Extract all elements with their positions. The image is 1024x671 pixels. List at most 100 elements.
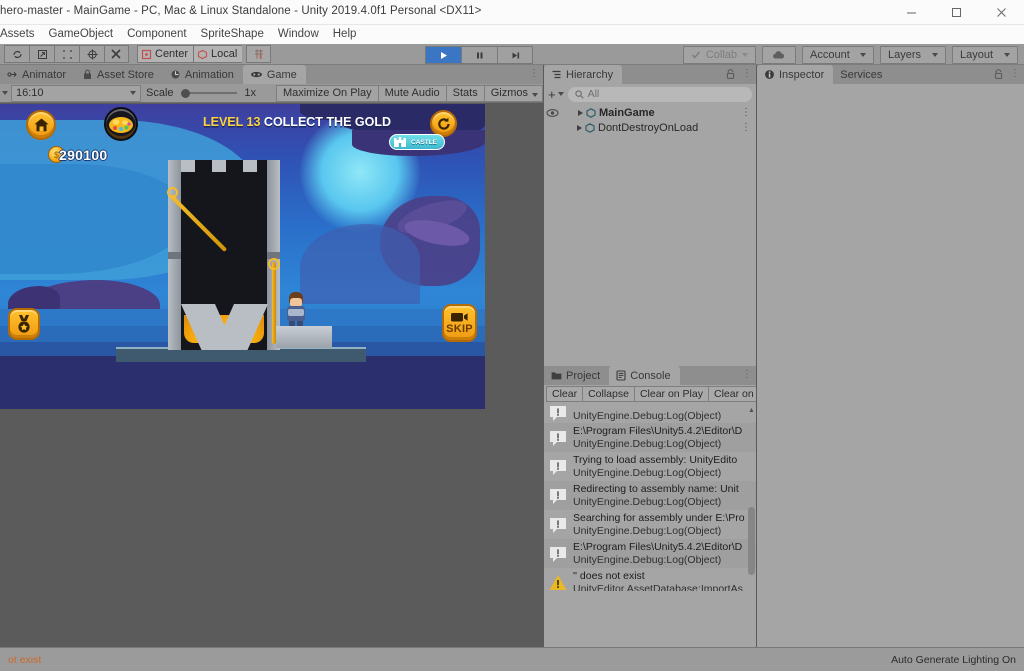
medal-icon: [18, 315, 30, 333]
scale-tool-button[interactable]: [29, 45, 54, 63]
tab-animation-label: Animation: [184, 68, 234, 81]
pivot-mode-button[interactable]: Center: [137, 45, 194, 63]
kebab-menu-icon[interactable]: ⋮: [1010, 68, 1020, 79]
rewards-button[interactable]: [8, 308, 40, 340]
tab-inspector[interactable]: Inspector: [757, 65, 834, 84]
inspector-tabbar: Inspector Services ⋮: [757, 65, 1024, 84]
play-button[interactable]: [425, 46, 461, 64]
game-canvas[interactable]: $ 290100 LEVEL 13 COLLECT THE GOLD CASTL…: [0, 104, 485, 409]
menu-item-help[interactable]: Help: [326, 25, 364, 44]
game-render-surface[interactable]: $ 290100 LEVEL 13 COLLECT THE GOLD CASTL…: [0, 104, 543, 647]
layers-button[interactable]: Layers: [880, 46, 946, 64]
custom-tool-button[interactable]: [104, 45, 129, 63]
step-button[interactable]: [497, 46, 533, 64]
tab-console[interactable]: Console: [609, 366, 680, 385]
collab-button[interactable]: Collab: [682, 46, 756, 64]
skip-button[interactable]: SKIP: [442, 304, 477, 342]
tab-inspector-label: Inspector: [779, 68, 825, 81]
expand-triangle-icon[interactable]: [578, 109, 583, 116]
clear-on-play-button[interactable]: Clear on Play: [633, 386, 708, 402]
kebab-menu-icon[interactable]: ⋮: [742, 68, 752, 79]
home-button[interactable]: [26, 110, 56, 140]
menu-item-gameobject[interactable]: GameObject: [42, 25, 121, 44]
menu-item-spriteshape[interactable]: SpriteShape: [194, 25, 271, 44]
visibility-eye-icon[interactable]: [546, 108, 559, 118]
console-log-list[interactable]: UnityEngine.Debug:Log(Object) E:\Program…: [544, 403, 756, 591]
log-text: UnityEngine.Debug:Log(Object): [573, 410, 721, 423]
lock-icon[interactable]: [994, 68, 1003, 79]
close-button[interactable]: [979, 0, 1024, 25]
console-scrollbar[interactable]: ▲ ▼: [748, 407, 755, 591]
castle-tag[interactable]: CASTLE: [389, 134, 445, 150]
hierarchy-row-maingame[interactable]: MainGame ⋮: [544, 106, 756, 119]
add-gameobject-button[interactable]: +: [548, 87, 564, 102]
log-line-1: Trying to load assembly: UnityEdito: [573, 453, 738, 466]
restart-button[interactable]: [430, 110, 457, 137]
tab-asset-store[interactable]: Asset Store: [75, 65, 163, 84]
tab-hierarchy[interactable]: Hierarchy: [544, 65, 623, 84]
menu-item-assets[interactable]: Assets: [0, 25, 42, 44]
display-caret-icon[interactable]: [2, 91, 8, 95]
game-view-options: Maximize On Play Mute Audio Stats Gizmos: [275, 84, 543, 102]
tab-animator[interactable]: Animator: [0, 65, 75, 84]
pause-button[interactable]: [461, 46, 497, 64]
kebab-menu-icon[interactable]: ⋮: [529, 68, 539, 79]
pivot-rotation-button[interactable]: Local: [193, 45, 243, 63]
divider-hierarchy-inspector[interactable]: [756, 65, 757, 647]
log-row[interactable]: '' does not exist UnityEditor.AssetDatab…: [544, 568, 756, 591]
transform-tool-button[interactable]: [79, 45, 104, 63]
scroll-down-arrow-icon[interactable]: ▼: [748, 590, 755, 591]
tab-animation[interactable]: Animation: [163, 65, 243, 84]
log-line-1: Searching for assembly under E:\Pro: [573, 511, 745, 524]
clear-button[interactable]: Clear: [546, 386, 583, 402]
log-row[interactable]: Trying to load assembly: UnityEdito Unit…: [544, 452, 756, 481]
inspector-content: [757, 84, 1024, 647]
hierarchy-search-input[interactable]: All: [567, 86, 752, 102]
log-text: E:\Program Files\Unity5.4.2\Editor\D Uni…: [573, 541, 742, 567]
pin-diagonal[interactable]: [167, 187, 234, 256]
treasure-button[interactable]: [104, 107, 138, 141]
account-button[interactable]: Account: [802, 46, 874, 64]
scroll-up-arrow-icon[interactable]: ▲: [748, 407, 755, 414]
foreground-ground: [0, 356, 485, 409]
log-row[interactable]: UnityEngine.Debug:Log(Object): [544, 403, 756, 423]
layout-button[interactable]: Layout: [952, 46, 1018, 64]
log-row[interactable]: Searching for assembly under E:\Pro Unit…: [544, 510, 756, 539]
rotate-tool-button[interactable]: [4, 45, 29, 63]
pivot-rotation-label: Local: [211, 48, 238, 60]
maximize-on-play-button[interactable]: Maximize On Play: [275, 84, 378, 102]
status-bar[interactable]: ot exist Auto Generate Lighting On: [0, 647, 1024, 671]
stats-button[interactable]: Stats: [445, 84, 484, 102]
tab-console-label: Console: [630, 369, 671, 382]
log-row[interactable]: E:\Program Files\Unity5.4.2\Editor\D Uni…: [544, 423, 756, 452]
rect-tool-button[interactable]: [54, 45, 79, 63]
minimize-button[interactable]: [889, 0, 934, 25]
kebab-menu-icon[interactable]: ⋮: [741, 107, 751, 118]
log-row[interactable]: E:\Program Files\Unity5.4.2\Editor\D Uni…: [544, 539, 756, 568]
grid-snap-button[interactable]: 5: [246, 45, 272, 63]
collapse-button[interactable]: Collapse: [582, 386, 634, 402]
aspect-ratio-dropdown[interactable]: 16:10: [11, 84, 141, 102]
scale-slider-knob[interactable]: [180, 88, 190, 98]
expand-triangle-icon[interactable]: [577, 124, 582, 131]
lock-icon[interactable]: [726, 68, 735, 79]
menu-item-window[interactable]: Window: [271, 25, 326, 44]
tab-services[interactable]: Services: [833, 65, 891, 84]
maximize-button[interactable]: [934, 0, 979, 25]
gizmos-button[interactable]: Gizmos: [483, 84, 543, 102]
console-scrollbar-thumb[interactable]: [748, 507, 755, 575]
scale-slider[interactable]: [179, 85, 240, 102]
mute-audio-button[interactable]: Mute Audio: [377, 84, 446, 102]
menu-item-component[interactable]: Component: [120, 25, 193, 44]
tab-game[interactable]: Game: [242, 65, 306, 84]
cloud-button[interactable]: [762, 46, 796, 64]
kebab-menu-icon[interactable]: ⋮: [741, 122, 751, 133]
tab-project[interactable]: Project: [544, 366, 609, 385]
gizmos-label: Gizmos: [490, 87, 528, 99]
log-row[interactable]: Redirecting to assembly name: Unit Unity…: [544, 481, 756, 510]
console-icon: [616, 370, 626, 381]
kebab-menu-icon[interactable]: ⋮: [742, 369, 752, 380]
hierarchy-row-dontdestroyonload[interactable]: DontDestroyOnLoad ⋮: [544, 121, 756, 134]
hierarchy-panel: Hierarchy ⋮ + All MainGame ⋮ DontDestroy…: [544, 65, 756, 321]
info-log-icon: [550, 430, 566, 446]
